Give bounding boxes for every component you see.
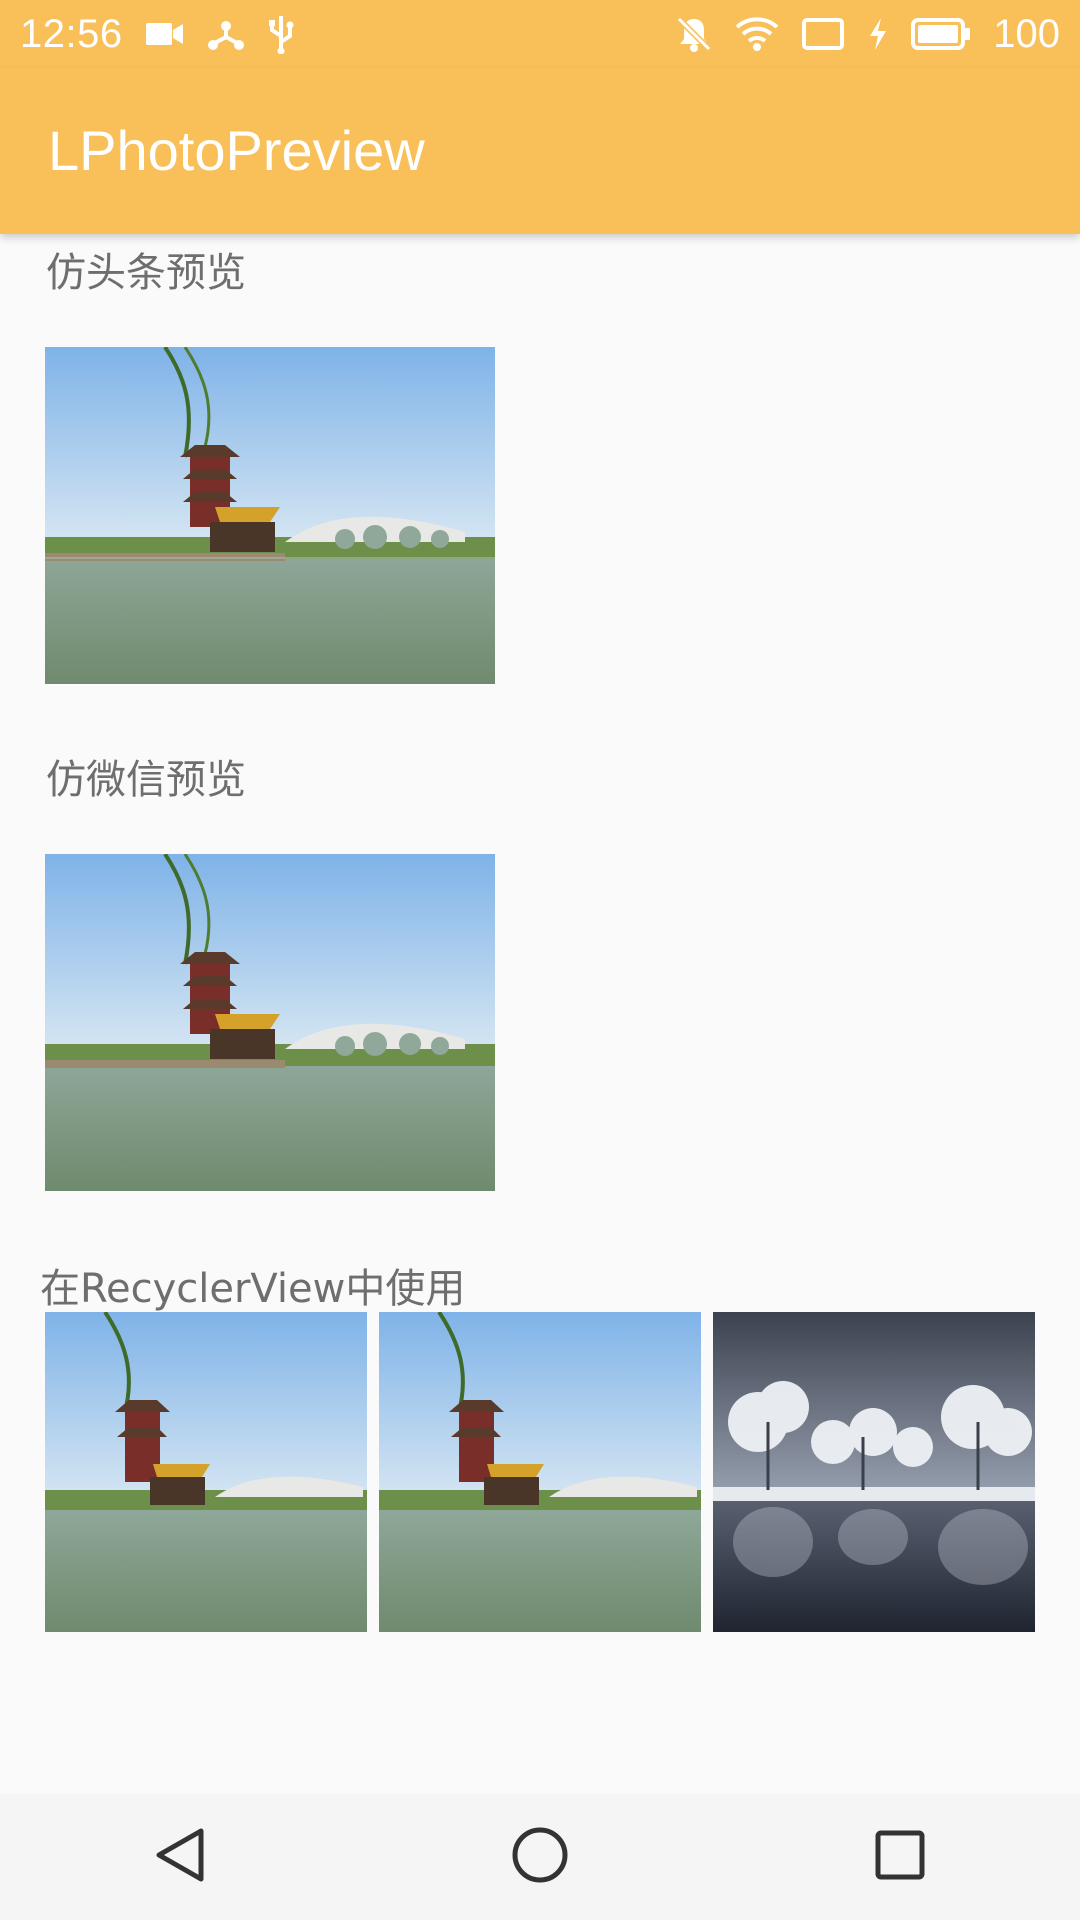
recents-button[interactable] xyxy=(840,1797,960,1917)
app-title: LPhotoPreview xyxy=(48,119,425,182)
back-icon xyxy=(153,1827,207,1887)
home-icon xyxy=(511,1826,569,1888)
video-camera-icon xyxy=(145,19,185,49)
section-label-recyclerview: 在RecyclerView中使用 xyxy=(40,1266,466,1312)
battery-icon xyxy=(911,17,971,51)
pagoda-bridge-photo[interactable] xyxy=(45,1312,367,1632)
snowy-trees-lake-photo[interactable] xyxy=(713,1312,1035,1632)
pagoda-bridge-photo[interactable] xyxy=(45,347,495,684)
wifi-icon xyxy=(735,16,779,52)
home-button[interactable] xyxy=(480,1797,600,1917)
pagoda-bridge-photo[interactable] xyxy=(379,1312,701,1632)
usb-tether-icon xyxy=(207,17,245,51)
cast-icon xyxy=(801,17,845,51)
status-time: 12:56 xyxy=(20,11,123,56)
navigation-bar xyxy=(0,1794,1080,1920)
section-label-toutiao: 仿头条预览 xyxy=(46,250,246,296)
charging-bolt-icon xyxy=(867,17,889,51)
app-bar: LPhotoPreview xyxy=(0,68,1080,234)
pagoda-bridge-photo[interactable] xyxy=(45,854,495,1191)
status-right: 100 xyxy=(675,12,1060,57)
back-button[interactable] xyxy=(120,1797,240,1917)
notifications-muted-icon xyxy=(675,15,713,53)
status-left: 12:56 xyxy=(20,12,295,57)
recents-icon xyxy=(874,1829,926,1885)
usb-debug-icon xyxy=(267,14,295,54)
status-bar: 12:56 100 xyxy=(0,0,1080,68)
battery-level: 100 xyxy=(993,11,1060,56)
section-label-wechat: 仿微信预览 xyxy=(46,757,246,803)
